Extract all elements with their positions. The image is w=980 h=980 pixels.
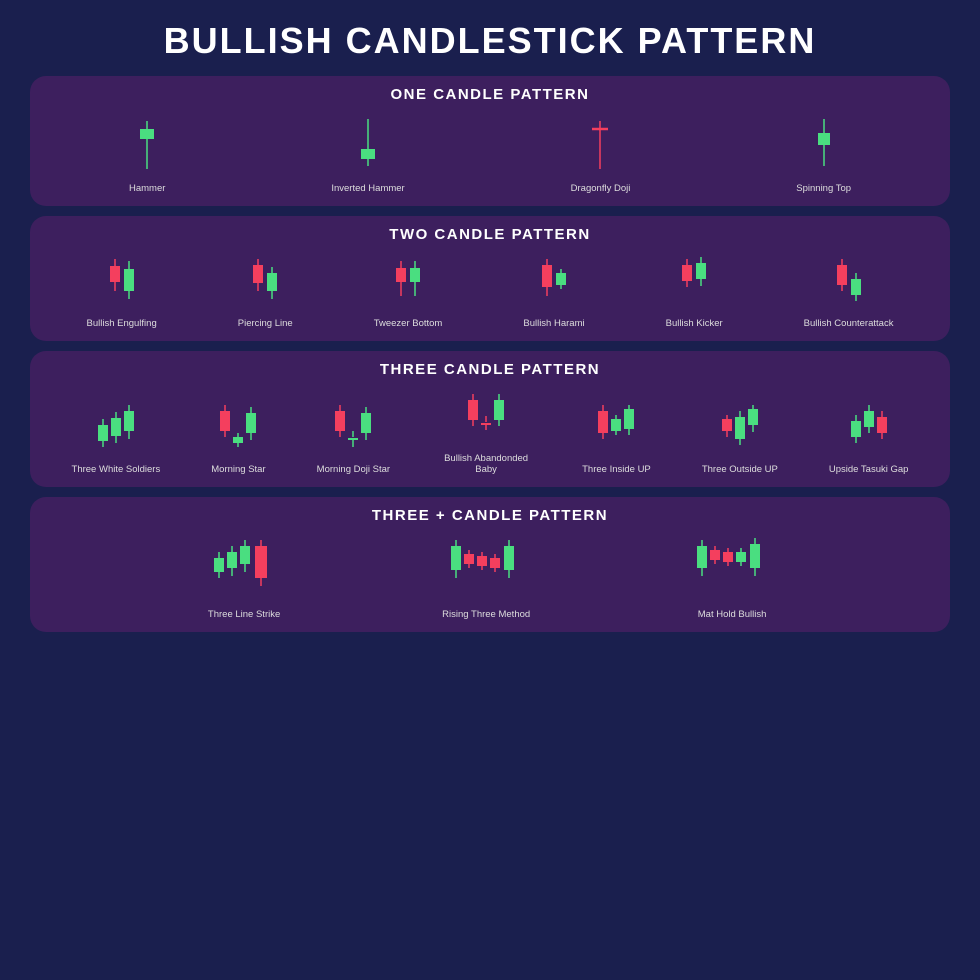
pattern-morning-star: Morning Star [211, 397, 265, 475]
label-spinning-top: Spinning Top [796, 183, 851, 194]
section-two-candle: TWO CANDLE PATTERN Bullish Engulfing [30, 216, 950, 341]
pattern-three-white-soldiers: Three White Soldiers [72, 397, 161, 475]
label-hammer: Hammer [129, 183, 165, 194]
pattern-three-outside-up: Three Outside UP [702, 397, 778, 475]
pattern-hammer: Hammer [129, 111, 165, 194]
section-one-candle: ONE CANDLE PATTERN Hammer [30, 76, 950, 206]
section-two-candle-title: TWO CANDLE PATTERN [46, 226, 934, 243]
section-three-candle: THREE CANDLE PATTERN Three White Soldier… [30, 351, 950, 487]
label-bullish-counterattack: Bullish Counterattack [804, 318, 894, 329]
pattern-bullish-abandonded-baby: Bullish Abandonded Baby [441, 386, 531, 475]
pattern-bullish-kicker: Bullish Kicker [666, 251, 723, 329]
pattern-tweezer-bottom: Tweezer Bottom [374, 251, 443, 329]
pattern-bullish-engulfing: Bullish Engulfing [87, 251, 157, 329]
pattern-inverted-hammer: Inverted Hammer [331, 111, 404, 194]
pattern-spinning-top: Spinning Top [796, 111, 851, 194]
pattern-three-inside-up: Three Inside UP [582, 397, 651, 475]
pattern-morning-doji-star: Morning Doji Star [317, 397, 390, 475]
label-three-outside-up: Three Outside UP [702, 464, 778, 475]
pattern-three-line-strike: Three Line Strike [208, 532, 280, 620]
label-inverted-hammer: Inverted Hammer [331, 183, 404, 194]
label-bullish-harami: Bullish Harami [523, 318, 584, 329]
section-one-candle-title: ONE CANDLE PATTERN [46, 86, 934, 103]
pattern-rising-three-method: Rising Three Method [442, 532, 530, 620]
label-bullish-kicker: Bullish Kicker [666, 318, 723, 329]
main-title: BULLISH CANDLESTICK PATTERN [164, 20, 817, 62]
section-three-plus-candle: THREE + CANDLE PATTERN Three Line Strike [30, 497, 950, 632]
label-three-line-strike: Three Line Strike [208, 609, 280, 620]
label-piercing-line: Piercing Line [238, 318, 293, 329]
pattern-bullish-counterattack: Bullish Counterattack [804, 251, 894, 329]
section-three-candle-title: THREE CANDLE PATTERN [46, 361, 934, 378]
label-three-white-soldiers: Three White Soldiers [72, 464, 161, 475]
label-morning-doji-star: Morning Doji Star [317, 464, 390, 475]
pattern-piercing-line: Piercing Line [238, 251, 293, 329]
label-bullish-abandonded-baby: Bullish Abandonded Baby [441, 453, 531, 475]
label-rising-three-method: Rising Three Method [442, 609, 530, 620]
pattern-bullish-harami: Bullish Harami [523, 251, 584, 329]
section-three-plus-candle-title: THREE + CANDLE PATTERN [46, 507, 934, 524]
label-dragonfly-doji: Dragonfly Doji [571, 183, 631, 194]
pattern-upside-tasuki-gap: Upside Tasuki Gap [829, 397, 909, 475]
label-tweezer-bottom: Tweezer Bottom [374, 318, 443, 329]
label-bullish-engulfing: Bullish Engulfing [87, 318, 157, 329]
label-upside-tasuki-gap: Upside Tasuki Gap [829, 464, 909, 475]
label-morning-star: Morning Star [211, 464, 265, 475]
pattern-mat-hold-bullish: Mat Hold Bullish [692, 532, 772, 620]
label-three-inside-up: Three Inside UP [582, 464, 651, 475]
pattern-dragonfly-doji: Dragonfly Doji [571, 111, 631, 194]
label-mat-hold-bullish: Mat Hold Bullish [698, 609, 767, 620]
